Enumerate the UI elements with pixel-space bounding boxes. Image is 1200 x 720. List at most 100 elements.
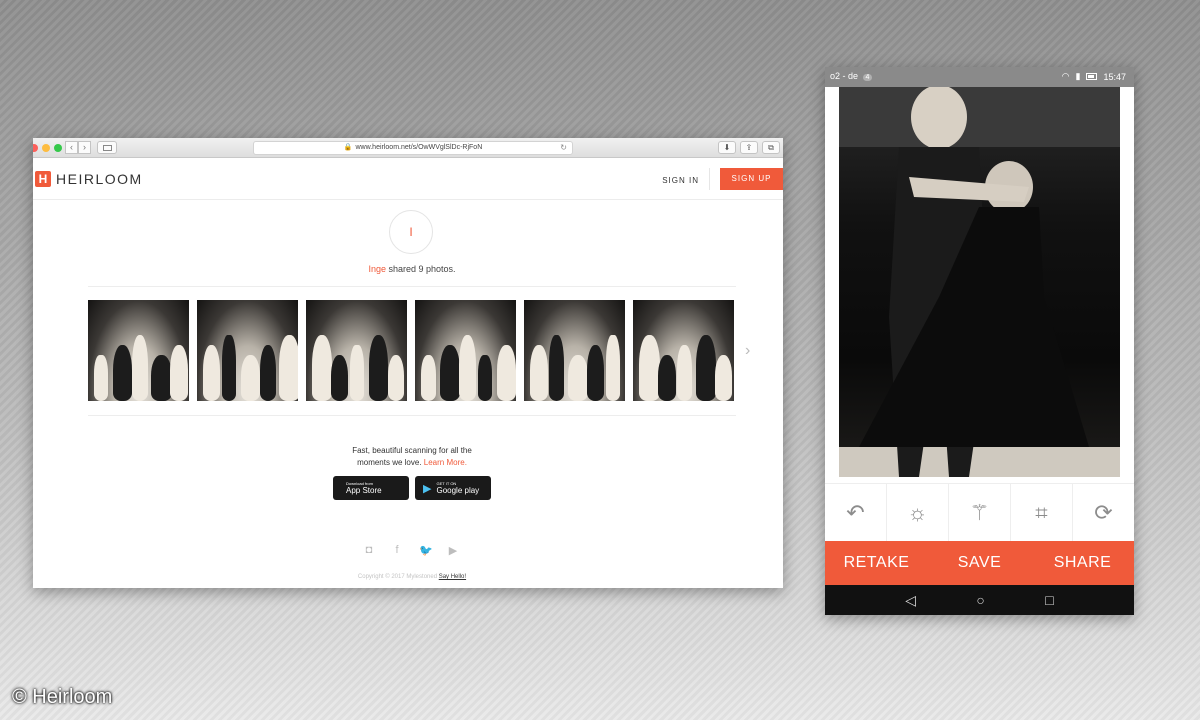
recents-nav-icon[interactable]: □ [1045, 592, 1053, 608]
site-header: H HEIRLOOM SIGN IN SIGN UP [33, 158, 783, 200]
photo-figure [388, 355, 404, 401]
photo-gallery [88, 300, 734, 401]
logo-mark: H [35, 171, 51, 187]
photo-figure [478, 355, 492, 401]
sign-up-button[interactable]: SIGN UP [720, 168, 783, 190]
photo-figure [113, 345, 132, 401]
reload-icon[interactable]: ↻ [560, 142, 567, 154]
divider [88, 286, 736, 287]
photo-thumbnail-4[interactable] [415, 300, 516, 401]
facebook-icon[interactable]: f [391, 544, 403, 557]
google-play-button[interactable]: ▶ GET IT ON Google play [415, 476, 491, 500]
maximize-window-button[interactable] [54, 144, 62, 152]
photo-figure [170, 345, 188, 401]
url-text: www.heirloom.net/s/OwWVglSlDc-RjFoN [355, 144, 483, 151]
photo-figure [151, 355, 172, 401]
photo-thumbnail-2[interactable] [197, 300, 298, 401]
photo-thumbnail-1[interactable] [88, 300, 189, 401]
sign-in-link[interactable]: SIGN IN [662, 176, 699, 185]
back-icon[interactable]: ‹ [65, 141, 78, 154]
photo-figure [312, 335, 332, 401]
home-nav-icon[interactable]: ○ [976, 592, 984, 608]
photo-figure [459, 335, 476, 401]
photo-figure [94, 355, 108, 401]
phone-screen: o2 - de 4 ◠ ▮ 15:47 ↶ ☼ ⚚ ⌗ ⟳ RETAKE SAV… [825, 67, 1134, 615]
action-bar: RETAKE SAVE SHARE [825, 541, 1134, 585]
retake-button[interactable]: RETAKE [825, 541, 928, 585]
status-bar: o2 - de 4 ◠ ▮ 15:47 [825, 67, 1134, 87]
share-user-name[interactable]: Inge [368, 264, 386, 274]
tagline-line-2: moments we love. Learn More. [357, 458, 467, 467]
share-text: shared 9 photos. [385, 264, 456, 274]
photo-figure [350, 345, 364, 401]
back-nav-icon[interactable]: ◁ [905, 592, 916, 609]
clock: 15:47 [1103, 71, 1126, 82]
carrier-badge: 4 [862, 74, 873, 81]
tagline: Fast, beautiful scanning for all the mom… [33, 445, 783, 469]
say-hello-link[interactable]: Say Hello! [439, 574, 466, 580]
learn-more-link[interactable]: Learn More. [424, 458, 467, 467]
browser-window: ‹ › 🔒 www.heirloom.net/s/OwWVglSlDc-RjFoN… [33, 138, 783, 588]
gallery-next-icon[interactable]: › [745, 342, 750, 360]
crop-icon[interactable]: ⌗ [1011, 484, 1073, 541]
photo-figure [696, 335, 716, 401]
photo-figure [331, 355, 348, 401]
twitter-icon[interactable]: 🐦 [419, 544, 433, 557]
minimize-window-button[interactable] [42, 144, 50, 152]
save-button[interactable]: SAVE [928, 541, 1031, 585]
edit-toolbar: ↶ ☼ ⚚ ⌗ ⟳ [825, 483, 1134, 541]
signal-icon: ▮ [1075, 71, 1081, 81]
photo-figure [279, 335, 298, 401]
close-window-button[interactable] [33, 144, 38, 152]
download-icon[interactable]: ⬇ [718, 141, 736, 154]
android-nav-bar: ◁ ○ □ [825, 585, 1134, 615]
photo-figure [639, 335, 660, 401]
browser-toolbar: ‹ › 🔒 www.heirloom.net/s/OwWVglSlDc-RjFoN… [33, 138, 783, 158]
forward-icon[interactable]: › [78, 141, 91, 154]
header-divider [709, 168, 710, 190]
history-nav: ‹ › [65, 141, 91, 154]
photo-figure [421, 355, 436, 401]
app-store-button[interactable]: Download from App Store [333, 476, 409, 500]
photo-figure [222, 335, 236, 401]
lock-icon: 🔒 [343, 144, 353, 151]
wifi-icon: ◠ [1061, 71, 1070, 81]
rotate-icon[interactable]: ⟳ [1073, 484, 1134, 541]
photo-figure [715, 355, 732, 401]
photo-figure [203, 345, 220, 401]
store-badges: Download from App Store ▶ GET IT ON Google… [333, 476, 491, 500]
photo-figure [132, 335, 148, 401]
divider [88, 415, 736, 416]
brightness-icon[interactable]: ☼ [887, 484, 949, 541]
youtube-icon[interactable]: ▶ [447, 544, 459, 557]
photo-thumbnail-6[interactable] [633, 300, 734, 401]
photo-figure [568, 355, 588, 401]
share-sheet-icon[interactable]: ⇪ [740, 141, 758, 154]
photo-figure [369, 335, 388, 401]
play-store-icon: ▶ [423, 482, 432, 495]
dancing-couple-image [839, 87, 1120, 477]
browser-actions: ⬇ ⇪ ⧉ [718, 141, 780, 154]
battery-icon [1086, 73, 1098, 80]
photo-thumbnail-3[interactable] [306, 300, 407, 401]
tagline-line-1: Fast, beautiful scanning for all the [352, 446, 472, 455]
magic-wand-icon[interactable]: ⚚ [949, 484, 1011, 541]
logo-text: HEIRLOOM [56, 171, 143, 187]
url-bar[interactable]: 🔒 www.heirloom.net/s/OwWVglSlDc-RjFoN ↻ [253, 141, 573, 155]
photo-thumbnail-5[interactable] [524, 300, 625, 401]
photo-figure [241, 355, 260, 401]
share-button[interactable]: SHARE [1031, 541, 1134, 585]
instagram-icon[interactable]: ◘ [363, 544, 375, 557]
photo-figure [530, 345, 548, 401]
photo-figure [606, 335, 620, 401]
copyright: Copyright © 2017 Mylestoned Say Hello! [357, 574, 467, 580]
carrier: o2 - de 4 [830, 71, 873, 81]
photo-figure [497, 345, 516, 401]
photo-figure [549, 335, 564, 401]
sidebar-toggle-icon[interactable] [97, 141, 117, 154]
photo-figure [587, 345, 604, 401]
undo-icon[interactable]: ↶ [825, 484, 887, 541]
tabs-icon[interactable]: ⧉ [762, 141, 780, 154]
heirloom-logo[interactable]: H HEIRLOOM [35, 171, 143, 187]
scanned-photo[interactable] [839, 87, 1120, 477]
